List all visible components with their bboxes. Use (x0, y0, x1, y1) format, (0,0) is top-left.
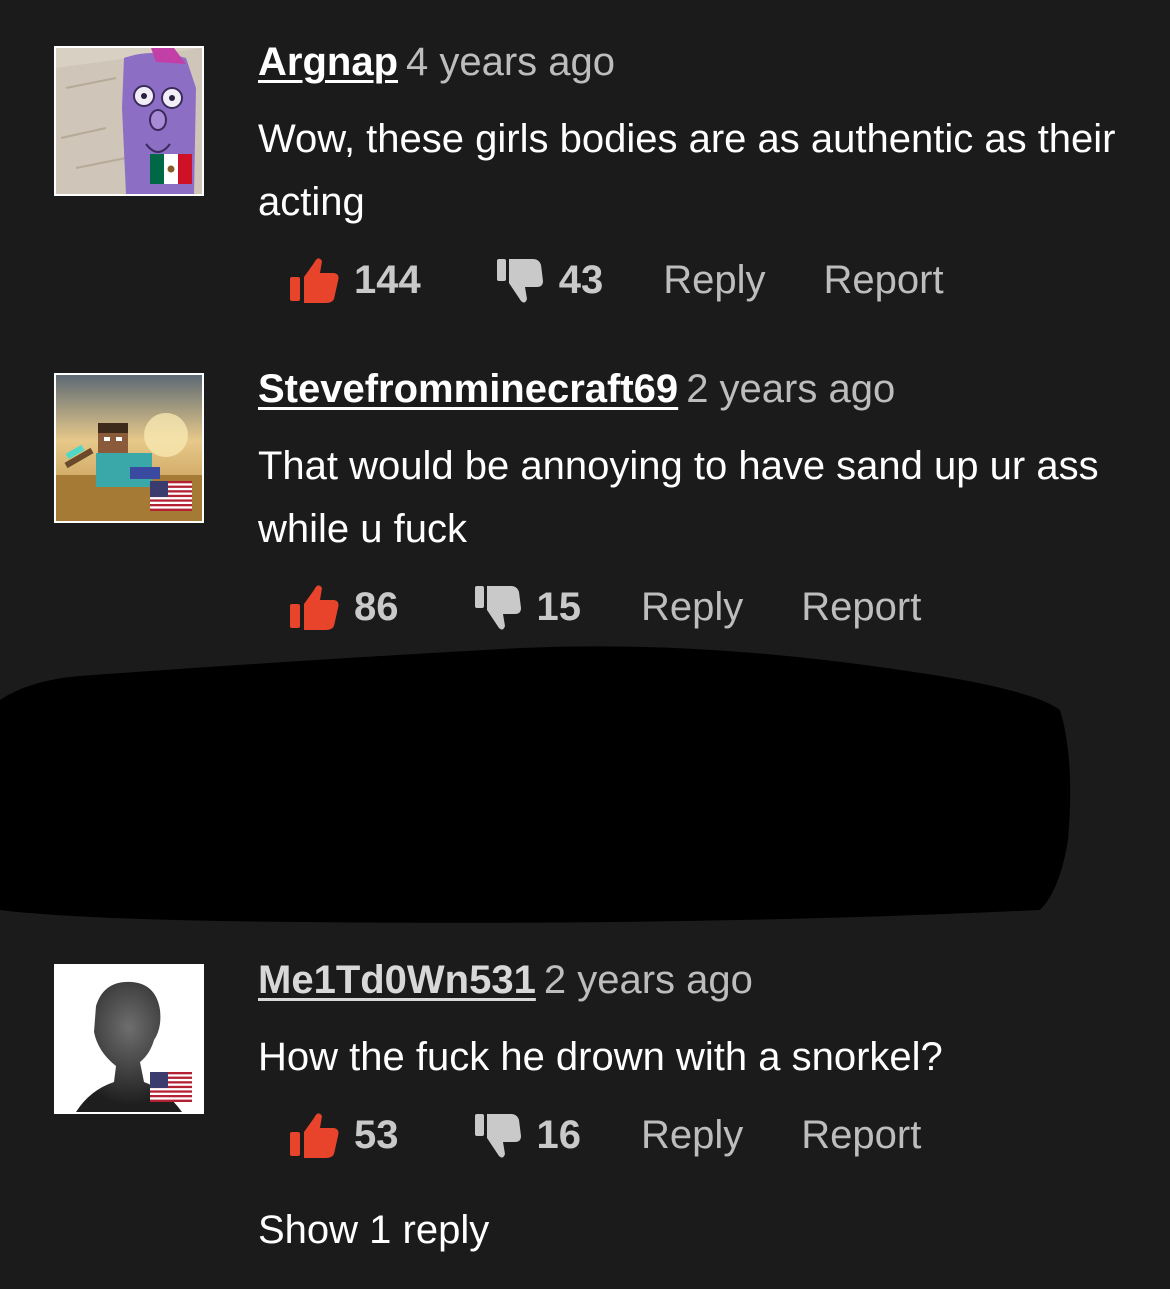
dislike-button[interactable]: 43 (495, 255, 604, 305)
dislike-button[interactable]: 15 (473, 582, 582, 632)
like-count: 53 (354, 1112, 399, 1157)
thumbs-down-icon (473, 1110, 523, 1160)
like-count: 144 (354, 257, 421, 302)
username-link[interactable]: Me1Td0Wn531 (258, 958, 536, 1002)
redaction-overlay (0, 640, 1170, 930)
comment-timestamp: 4 years ago (406, 40, 616, 84)
avatar-argnap[interactable] (54, 46, 204, 196)
comment-timestamp: 2 years ago (686, 367, 896, 411)
comment-timestamp: 2 years ago (543, 958, 753, 1002)
thumbs-up-icon (288, 582, 340, 632)
usa-flag-icon (150, 481, 192, 511)
thumbs-down-icon (473, 582, 523, 632)
comment-actions: 53 16 Reply Report (288, 1107, 921, 1163)
like-button[interactable]: 86 (288, 582, 399, 632)
comment-actions: 86 15 Reply Report (288, 579, 921, 635)
dislike-count: 16 (536, 1112, 582, 1157)
thumbs-up-icon (288, 1110, 340, 1160)
reply-button[interactable]: Reply (641, 1113, 743, 1158)
dislike-count: 43 (558, 257, 604, 302)
avatar-me1td0wn531[interactable] (54, 964, 204, 1114)
like-button[interactable]: 144 (288, 255, 421, 305)
reply-button[interactable]: Reply (641, 585, 743, 630)
report-button[interactable]: Report (801, 585, 921, 630)
usa-flag-icon (150, 1072, 192, 1102)
thumbs-up-icon (288, 255, 340, 305)
username-link[interactable]: Stevefromminecraft69 (258, 367, 678, 411)
like-button[interactable]: 53 (288, 1110, 399, 1160)
report-button[interactable]: Report (801, 1113, 921, 1158)
thumbs-down-icon (495, 255, 545, 305)
dislike-count: 15 (536, 584, 582, 629)
comment-header: Me1Td0Wn531 2 years ago (258, 956, 753, 1004)
mexico-flag-icon (150, 154, 192, 184)
like-count: 86 (354, 584, 399, 629)
comment-text: How the fuck he drown with a snorkel? (258, 1035, 943, 1079)
comment-text: That would be annoying to have sand up u… (258, 444, 1099, 551)
dislike-button[interactable]: 16 (473, 1110, 582, 1160)
comment-text: Wow, these girls bodies are as authentic… (258, 117, 1116, 224)
comment-actions: 144 43 Reply Report (288, 252, 944, 308)
avatar-stevefromminecraft69[interactable] (54, 373, 204, 523)
report-button[interactable]: Report (824, 258, 944, 303)
username-link[interactable]: Argnap (258, 40, 398, 84)
show-replies-button[interactable]: Show 1 reply (258, 1205, 489, 1255)
comment-header: Argnap 4 years ago (258, 38, 615, 86)
reply-button[interactable]: Reply (663, 258, 765, 303)
comment-header: Stevefromminecraft69 2 years ago (258, 365, 895, 413)
